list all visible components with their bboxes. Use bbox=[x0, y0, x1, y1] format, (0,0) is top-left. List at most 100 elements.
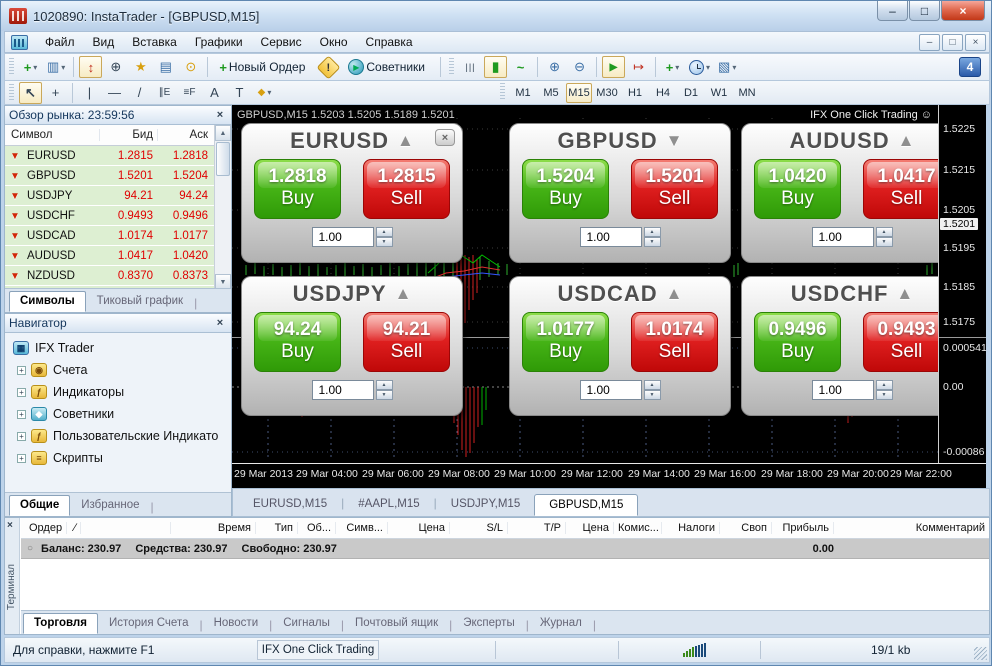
sell-button[interactable]: 1.0417Sell bbox=[863, 159, 938, 219]
volume-down-button[interactable]: ▼ bbox=[376, 390, 393, 400]
trendline-button[interactable]: / bbox=[128, 82, 151, 104]
tree-item-custom-indicators[interactable]: + ƒ Пользовательские Индикато bbox=[11, 425, 231, 447]
terminal-button[interactable]: ▤ bbox=[154, 56, 177, 78]
toolbar-grip[interactable] bbox=[500, 83, 505, 101]
buy-button[interactable]: 1.0177Buy bbox=[522, 312, 609, 372]
volume-down-button[interactable]: ▼ bbox=[876, 237, 893, 247]
minimize-button[interactable]: – bbox=[877, 1, 908, 21]
text-label-button[interactable]: T bbox=[228, 82, 251, 104]
buy-button[interactable]: 0.9496Buy bbox=[754, 312, 841, 372]
restore-button[interactable]: □ bbox=[909, 1, 940, 21]
panel-close-button[interactable]: × bbox=[435, 129, 455, 146]
buy-button[interactable]: 1.5204Buy bbox=[522, 159, 609, 219]
volume-input[interactable] bbox=[580, 227, 642, 247]
resize-grip[interactable] bbox=[974, 647, 987, 660]
tf-d1[interactable]: D1 bbox=[678, 83, 704, 103]
child-restore-button[interactable]: □ bbox=[942, 34, 963, 51]
table-row[interactable]: ▼USDCHF0.94930.9496 bbox=[5, 206, 214, 226]
volume-down-button[interactable]: ▼ bbox=[876, 390, 893, 400]
expand-icon[interactable]: + bbox=[17, 366, 26, 375]
tab-account-history[interactable]: История Счета bbox=[98, 613, 200, 634]
table-row[interactable]: ▼USDJPY94.2194.24 bbox=[5, 186, 214, 206]
tab-mailbox[interactable]: Почтовый ящик bbox=[344, 613, 449, 634]
expand-icon[interactable]: + bbox=[17, 432, 26, 441]
new-chart-button[interactable]: +▾ bbox=[19, 56, 42, 78]
zoom-out-button[interactable]: ⊖ bbox=[568, 56, 591, 78]
volume-input[interactable] bbox=[312, 380, 374, 400]
table-row[interactable]: ▼EURUSD1.28151.2818 bbox=[5, 146, 214, 166]
tab-journal[interactable]: Журнал bbox=[529, 613, 593, 634]
menu-charts[interactable]: Графики bbox=[186, 32, 252, 52]
table-row[interactable]: ▼GBPUSD1.52011.5204 bbox=[5, 166, 214, 186]
sell-button[interactable]: 0.9493Sell bbox=[863, 312, 938, 372]
indicators-button[interactable]: +▾ bbox=[661, 56, 684, 78]
chat-badge[interactable]: 4 bbox=[959, 57, 981, 77]
chart-window[interactable]: GBPUSD,M15 1.5203 1.5205 1.5189 1.5201 I… bbox=[232, 105, 986, 488]
toolbar-grip[interactable] bbox=[449, 58, 454, 76]
table-row[interactable]: ▼USDCAD1.01741.0177 bbox=[5, 226, 214, 246]
periods-button[interactable]: ▾ bbox=[686, 56, 713, 78]
table-row[interactable]: ▼AUDUSD1.04171.0420 bbox=[5, 246, 214, 266]
market-watch-scrollbar[interactable]: ▲ ▼ bbox=[214, 125, 231, 290]
tree-item-indicators[interactable]: + ƒ Индикаторы bbox=[11, 381, 231, 403]
menu-insert[interactable]: Вставка bbox=[123, 32, 186, 52]
horizontal-line-button[interactable]: — bbox=[103, 82, 126, 104]
toolbar-grip[interactable] bbox=[9, 84, 14, 102]
time-axis[interactable]: 29 Mar 2013 29 Mar 04:00 29 Mar 06:00 29… bbox=[232, 465, 986, 487]
chart-plot[interactable]: EURUSD ▲ × 1.2818Buy 1.2815Sell ▲▼ GBPUS… bbox=[232, 105, 938, 463]
expand-icon[interactable]: + bbox=[17, 410, 26, 419]
volume-up-button[interactable]: ▲ bbox=[644, 380, 661, 390]
data-window-button[interactable]: ⊕ bbox=[104, 56, 127, 78]
auto-scroll-button[interactable]: ▶ bbox=[602, 56, 625, 78]
tf-mn[interactable]: MN bbox=[734, 83, 760, 103]
terminal-close-button[interactable]: × bbox=[7, 520, 13, 531]
tf-h1[interactable]: H1 bbox=[622, 83, 648, 103]
volume-up-button[interactable]: ▲ bbox=[376, 380, 393, 390]
volume-input[interactable] bbox=[812, 380, 874, 400]
fibonacci-button[interactable]: ≡F bbox=[178, 82, 201, 104]
sell-button[interactable]: 1.0174Sell bbox=[631, 312, 718, 372]
close-button[interactable]: × bbox=[941, 1, 985, 21]
toolbar-grip[interactable] bbox=[9, 58, 14, 76]
vertical-line-button[interactable]: | bbox=[78, 82, 101, 104]
child-close-button[interactable]: × bbox=[965, 34, 986, 51]
scroll-up-icon[interactable]: ▲ bbox=[215, 125, 231, 141]
balance-row[interactable]: ○ Баланс: 230.97 Средства: 230.97 Свобод… bbox=[21, 539, 989, 559]
expert-advisors-button[interactable]: ▶ Советники bbox=[342, 56, 435, 78]
menu-tools[interactable]: Сервис bbox=[252, 32, 311, 52]
strategy-tester-button[interactable]: ⊙ bbox=[179, 56, 202, 78]
table-row[interactable]: ▼NZDUSD0.83700.8373 bbox=[5, 266, 214, 286]
tab-signals[interactable]: Сигналы bbox=[272, 613, 341, 634]
volume-down-button[interactable]: ▼ bbox=[376, 237, 393, 247]
tab-symbols[interactable]: Символы bbox=[9, 291, 86, 312]
menu-view[interactable]: Вид bbox=[84, 32, 124, 52]
volume-input[interactable] bbox=[812, 227, 874, 247]
sell-button[interactable]: 94.21Sell bbox=[363, 312, 450, 372]
volume-up-button[interactable]: ▲ bbox=[376, 227, 393, 237]
zoom-in-button[interactable]: ⊕ bbox=[543, 56, 566, 78]
scrollbar-thumb[interactable] bbox=[216, 142, 230, 176]
text-tool-button[interactable]: A bbox=[203, 82, 226, 104]
alert-button[interactable]: ! bbox=[317, 56, 340, 78]
tab-gbpusd-m15[interactable]: GBPUSD,M15 bbox=[534, 494, 638, 516]
tab-favorites[interactable]: Избранное bbox=[70, 495, 150, 516]
templates-button[interactable]: ▧▾ bbox=[715, 56, 739, 78]
market-watch-close-button[interactable]: × bbox=[213, 108, 227, 122]
volume-down-button[interactable]: ▼ bbox=[644, 390, 661, 400]
volume-up-button[interactable]: ▲ bbox=[876, 380, 893, 390]
bar-chart-button[interactable]: ||| bbox=[459, 56, 482, 78]
buy-button[interactable]: 94.24Buy bbox=[254, 312, 341, 372]
navigator-button[interactable]: ★ bbox=[129, 56, 152, 78]
tab-eurusd-m15[interactable]: EURUSD,M15 bbox=[239, 494, 341, 516]
cursor-tool-button[interactable]: ↖ bbox=[19, 82, 42, 104]
tab-news[interactable]: Новости bbox=[203, 613, 270, 634]
tf-m30[interactable]: M30 bbox=[594, 83, 620, 103]
channel-button[interactable]: ∥E bbox=[153, 82, 176, 104]
tree-root[interactable]: ▦ IFX Trader bbox=[11, 337, 231, 359]
volume-down-button[interactable]: ▼ bbox=[644, 237, 661, 247]
new-order-button[interactable]: + Новый Ордер bbox=[213, 56, 315, 78]
crosshair-tool-button[interactable]: + bbox=[44, 82, 67, 104]
tab-trade[interactable]: Торговля bbox=[23, 613, 98, 634]
market-watch-button[interactable]: ↕ bbox=[79, 56, 102, 78]
tf-m15[interactable]: M15 bbox=[566, 83, 592, 103]
